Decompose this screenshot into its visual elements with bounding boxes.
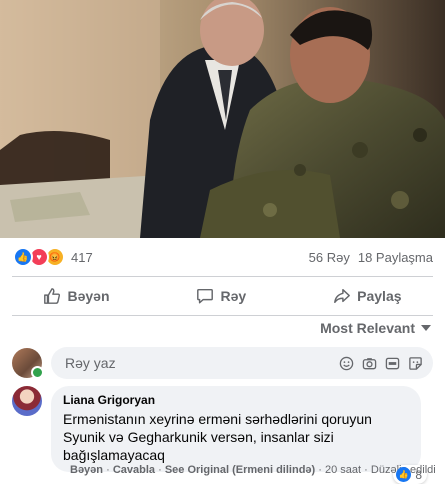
comment-sort-dropdown[interactable]: Most Relevant bbox=[320, 320, 431, 336]
comment-label: Rəy bbox=[220, 288, 247, 304]
comments-count-link[interactable]: 56 Rəy bbox=[309, 250, 350, 265]
like-icon: 👍 bbox=[13, 247, 33, 267]
emoji-icon[interactable] bbox=[339, 356, 354, 371]
separator-dot: · bbox=[106, 464, 113, 476]
separator-dot: · bbox=[318, 464, 325, 476]
post-photo[interactable] bbox=[0, 0, 445, 238]
current-user-avatar[interactable] bbox=[12, 348, 44, 379]
shares-count-link[interactable]: 18 Paylaşma bbox=[358, 250, 433, 265]
share-label: Paylaş bbox=[357, 288, 402, 304]
reactions-summary: 👍 ♥ 😡 417 56 Rəy 18 Paylaşma bbox=[0, 238, 445, 276]
photo-illustration bbox=[0, 0, 445, 238]
comment-input-pill[interactable] bbox=[51, 347, 433, 379]
like-icon: 👍 bbox=[396, 467, 412, 482]
separator-dot: · bbox=[364, 464, 371, 476]
see-original-link[interactable]: See Original (Ermeni dilində) bbox=[165, 464, 315, 476]
divider bbox=[12, 315, 433, 316]
comment-text: Ermənistanın xeyrinə erməni sərhədlərini… bbox=[63, 411, 372, 463]
commenter-avatar[interactable] bbox=[12, 386, 42, 416]
like-label: Bəyən bbox=[67, 288, 110, 304]
post-actions: Bəyən Rəy Paylaş bbox=[0, 277, 445, 315]
share-button[interactable]: Paylaş bbox=[319, 281, 415, 311]
comment-time[interactable]: 20 saat bbox=[325, 464, 361, 476]
camera-icon[interactable] bbox=[362, 356, 377, 371]
comment-author[interactable]: Liana Grigoryan bbox=[63, 393, 409, 407]
like-button[interactable]: Bəyən bbox=[29, 281, 123, 311]
comment-button[interactable]: Rəy bbox=[182, 281, 260, 311]
comment-icon bbox=[197, 288, 214, 304]
sort-label: Most Relevant bbox=[320, 320, 415, 336]
thumbs-up-icon bbox=[44, 288, 61, 304]
sticker-icon[interactable] bbox=[408, 356, 423, 371]
reaction-icons[interactable]: 👍 ♥ 😡 417 bbox=[13, 247, 93, 267]
caret-down-icon bbox=[421, 325, 431, 331]
comment-input[interactable] bbox=[63, 354, 217, 372]
gif-icon[interactable] bbox=[385, 356, 400, 371]
online-status-dot bbox=[31, 366, 44, 379]
comment-like-link[interactable]: Bəyən bbox=[70, 464, 103, 476]
reaction-count[interactable]: 417 bbox=[71, 250, 93, 265]
comment-bubble: Liana Grigoryan Ermənistanın xeyrinə erm… bbox=[51, 386, 427, 484]
separator-dot: · bbox=[158, 464, 165, 476]
comment-composer bbox=[12, 346, 433, 380]
share-icon bbox=[334, 288, 351, 304]
comment-meta: Bəyən · Cavabla · See Original (Ermeni d… bbox=[70, 464, 436, 476]
comment-reply-link[interactable]: Cavabla bbox=[113, 464, 155, 476]
